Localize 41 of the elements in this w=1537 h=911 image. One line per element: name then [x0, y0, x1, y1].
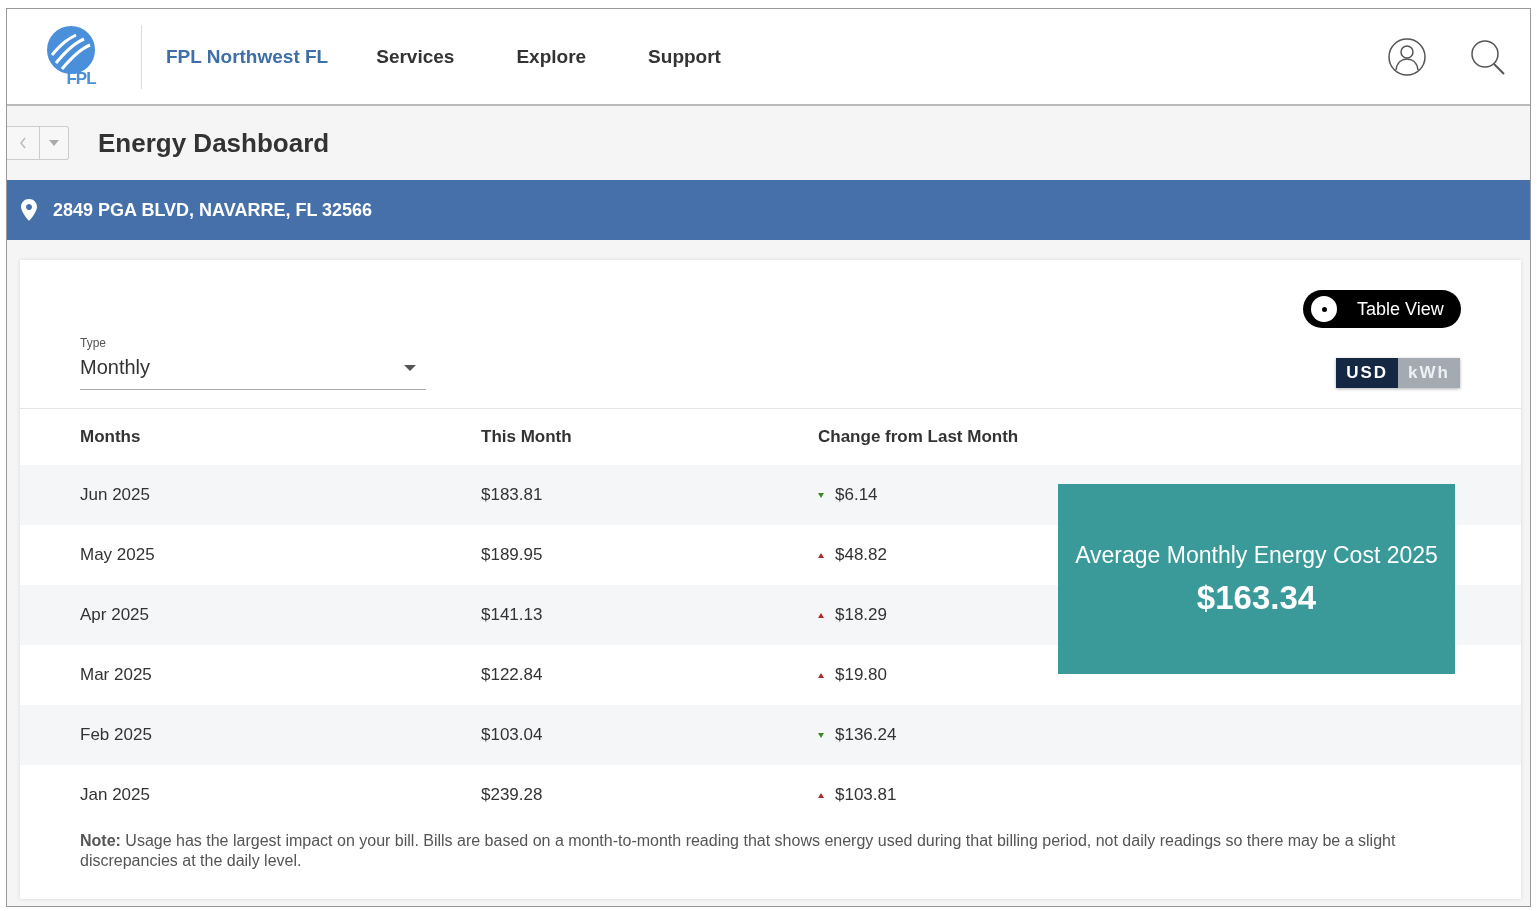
location-pin-icon: [21, 199, 37, 221]
column-header: This Month: [481, 427, 573, 447]
table-cell: $18.29: [835, 605, 887, 625]
table-cell-text: $141.13: [481, 605, 544, 625]
note-text: Note: Usage has the largest impact on your bill. Bills are based on a month-to-month reading that shows energy used during that billing period, not daily readings so there may be a slight discrepancies at the daily level.: [80, 831, 1397, 871]
table-cell-text: $239.28: [481, 785, 544, 805]
chevron-left-icon: [18, 136, 28, 150]
table-cell-text: Mar 2025: [80, 665, 153, 685]
table-cell-text: Jan 2025: [80, 785, 151, 805]
table-cell-text: $122.84: [481, 665, 544, 685]
nav-link[interactable]: Explore: [516, 45, 587, 68]
table-cell-text: Jun 2025: [80, 485, 151, 505]
nav-link[interactable]: Support: [648, 45, 721, 68]
table-cell: $136.24: [835, 725, 897, 745]
address-text: 2849 PGA BLVD, NAVARRE, FL 32566: [53, 199, 373, 221]
table-cell-text: Apr 2025: [80, 605, 150, 625]
table-cell: $19.80: [835, 665, 887, 685]
table-cell-text: $183.81: [481, 485, 544, 505]
column-header: Months: [80, 427, 142, 447]
search-icon[interactable]: [1470, 38, 1506, 75]
type-select[interactable]: Type Monthly: [80, 336, 426, 390]
page-title: Energy Dashboard: [98, 127, 330, 159]
caret-down-icon: [404, 364, 416, 371]
type-label: Type: [80, 336, 107, 350]
average-cost-value: $163.34: [1196, 578, 1317, 617]
table-cell: $103.81: [835, 785, 897, 805]
table-cell: $6.14: [835, 485, 878, 505]
table-cell: $48.82: [835, 545, 887, 565]
type-value: Monthly: [80, 356, 151, 379]
table-cell-text: May 2025: [80, 545, 156, 565]
table-view-toggle[interactable]: Table View: [1303, 290, 1461, 328]
nav-link[interactable]: Services: [376, 45, 455, 68]
column-header: Change from Last Month: [818, 427, 1020, 447]
table-cell-text: Feb 2025: [80, 725, 153, 745]
table-cell-text: $189.95: [481, 545, 544, 565]
unit-tab[interactable]: USD: [1336, 358, 1399, 388]
table-cell-text: $103.04: [481, 725, 544, 745]
account-icon[interactable]: [1388, 37, 1426, 76]
brand-link[interactable]: FPL Northwest FL: [166, 45, 329, 68]
caret-down-icon: [48, 138, 60, 148]
average-cost-title: Average Monthly Energy Cost 2025: [1075, 541, 1438, 569]
